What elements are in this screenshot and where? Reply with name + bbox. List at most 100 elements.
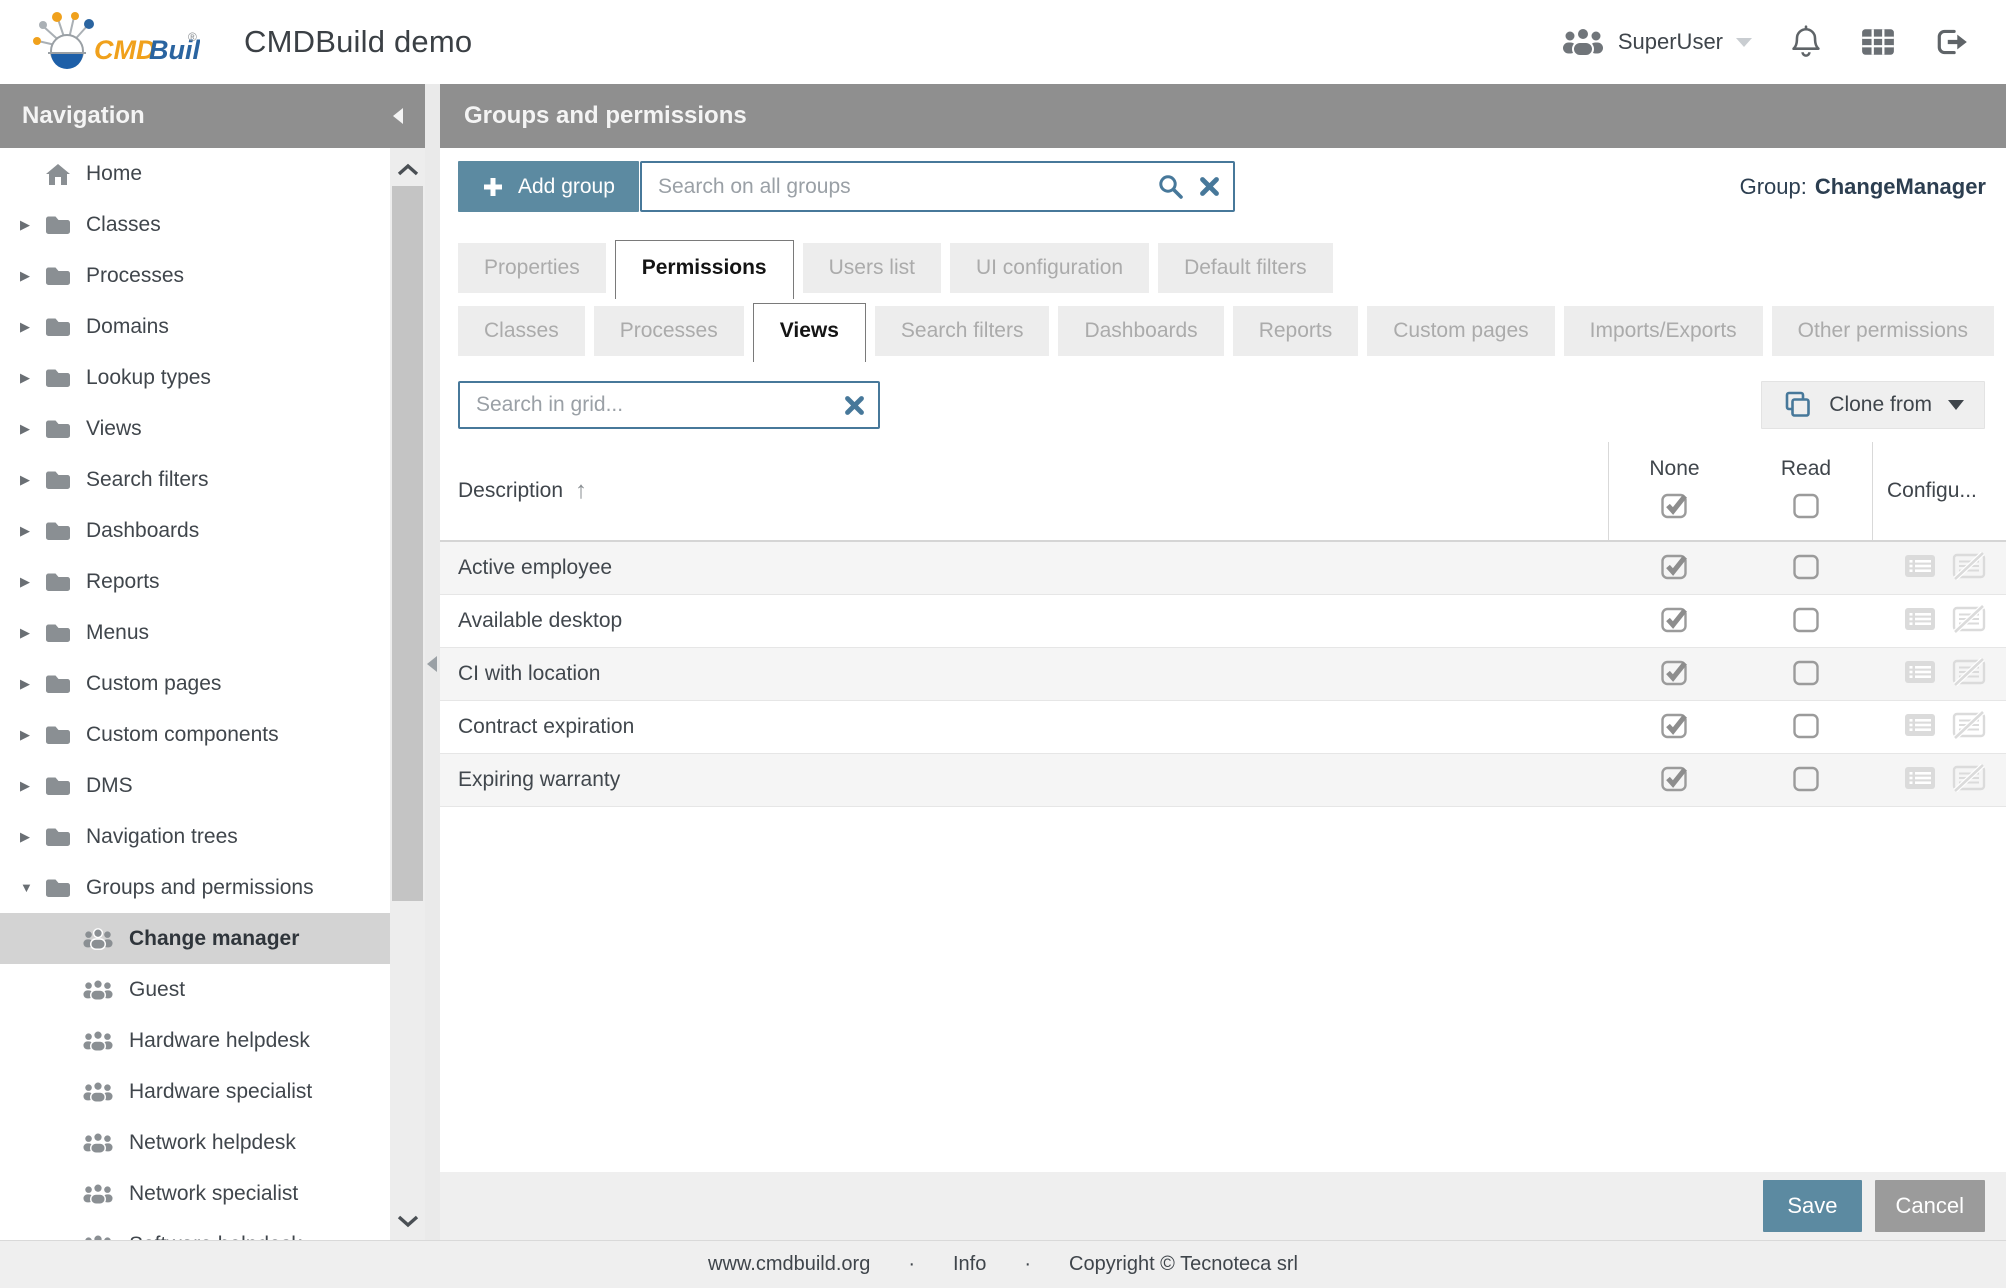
caret-icon[interactable]: ▶: [20, 472, 44, 488]
sidebar-group-item[interactable]: Hardware helpdesk: [0, 1015, 390, 1066]
row-filter-button[interactable]: [1902, 658, 1938, 691]
sidebar-item-home[interactable]: Home: [0, 148, 390, 199]
tab-secondary[interactable]: Custom pages: [1367, 306, 1555, 356]
sidebar-folder-item[interactable]: ▶ Processes: [0, 250, 390, 301]
row-filter-button[interactable]: [1902, 711, 1938, 744]
add-group-button[interactable]: Add group: [458, 161, 639, 212]
save-button[interactable]: Save: [1763, 1180, 1862, 1232]
tab-secondary[interactable]: Processes: [593, 306, 744, 356]
sidebar-folder-item[interactable]: ▶ Custom components: [0, 709, 390, 760]
sidebar-group-item[interactable]: Guest: [0, 964, 390, 1015]
caret-icon[interactable]: ▶: [20, 523, 44, 539]
caret-icon[interactable]: ▶: [20, 727, 44, 743]
sidebar-folder-item[interactable]: ▶ Custom pages: [0, 658, 390, 709]
scroll-down-button[interactable]: [390, 1204, 425, 1238]
table-row[interactable]: Expiring warranty: [440, 754, 2006, 807]
row-filter-button[interactable]: [1902, 764, 1938, 797]
data-view-button[interactable]: [1860, 26, 1896, 58]
row-filter-button[interactable]: [1902, 552, 1938, 585]
footer-site-link[interactable]: www.cmdbuild.org: [708, 1253, 870, 1276]
notifications-button[interactable]: [1790, 25, 1822, 59]
caret-icon[interactable]: ▶: [20, 319, 44, 335]
sidebar-folder-item[interactable]: ▶ DMS: [0, 760, 390, 811]
none-header-checkbox[interactable]: [1660, 491, 1689, 525]
table-row[interactable]: Available desktop: [440, 595, 2006, 648]
tab-secondary[interactable]: Classes: [458, 306, 585, 356]
sidebar-group-item[interactable]: Network helpdesk: [0, 1117, 390, 1168]
row-edit-disabled-button[interactable]: [1951, 603, 1987, 638]
caret-icon[interactable]: ▶: [20, 778, 44, 794]
read-checkbox[interactable]: [1792, 764, 1821, 797]
footer-info-link[interactable]: Info: [953, 1253, 986, 1276]
row-edit-disabled-button[interactable]: [1951, 656, 1987, 691]
caret-icon[interactable]: ▼: [20, 880, 44, 895]
tab-primary[interactable]: Users list: [802, 243, 941, 293]
tab-secondary[interactable]: Imports/Exports: [1563, 306, 1763, 356]
caret-icon[interactable]: ▶: [20, 625, 44, 641]
sidebar-group-item[interactable]: Change manager: [0, 913, 390, 964]
sidebar-folder-item[interactable]: ▶ Classes: [0, 199, 390, 250]
sidebar-folder-item[interactable]: ▼ Groups and permissions: [0, 862, 390, 913]
tab-primary[interactable]: Default filters: [1158, 243, 1333, 293]
read-checkbox[interactable]: [1792, 658, 1821, 691]
read-checkbox[interactable]: [1792, 711, 1821, 744]
collapse-panel-icon[interactable]: [427, 656, 437, 672]
sidebar-group-item[interactable]: Hardware specialist: [0, 1066, 390, 1117]
scrollbar-thumb[interactable]: [392, 186, 423, 901]
read-checkbox[interactable]: [1792, 605, 1821, 638]
caret-icon[interactable]: ▶: [20, 370, 44, 386]
table-row[interactable]: Active employee: [440, 542, 2006, 595]
read-header-checkbox[interactable]: [1792, 491, 1821, 525]
clear-grid-search-button[interactable]: [831, 395, 878, 416]
none-checkbox[interactable]: [1660, 605, 1689, 638]
read-checkbox[interactable]: [1792, 552, 1821, 585]
table-row[interactable]: Contract expiration: [440, 701, 2006, 754]
tab-primary[interactable]: Properties: [458, 243, 606, 293]
row-edit-disabled-button[interactable]: [1951, 709, 1987, 744]
caret-icon[interactable]: ▶: [20, 574, 44, 590]
cancel-button[interactable]: Cancel: [1874, 1180, 1985, 1232]
sidebar-folder-item[interactable]: ▶ Reports: [0, 556, 390, 607]
row-edit-disabled-button[interactable]: [1951, 762, 1987, 797]
none-checkbox[interactable]: [1660, 711, 1689, 744]
tab-secondary[interactable]: Dashboards: [1058, 306, 1224, 356]
clone-from-button[interactable]: Clone from: [1761, 381, 1985, 429]
none-checkbox[interactable]: [1660, 764, 1689, 797]
caret-icon[interactable]: ▶: [20, 421, 44, 437]
tab-primary[interactable]: Permissions: [614, 240, 794, 299]
tab-secondary[interactable]: Reports: [1232, 306, 1359, 356]
sidebar-scrollbar[interactable]: [390, 148, 425, 1240]
sidebar-folder-item[interactable]: ▶ Navigation trees: [0, 811, 390, 862]
row-edit-disabled-button[interactable]: [1951, 550, 1987, 585]
tab-secondary[interactable]: Views: [752, 303, 866, 362]
tab-secondary[interactable]: Other permissions: [1771, 306, 1995, 356]
sidebar-folder-item[interactable]: ▶ Views: [0, 403, 390, 454]
search-button[interactable]: [1144, 173, 1197, 200]
caret-icon[interactable]: ▶: [20, 676, 44, 692]
logout-button[interactable]: [1934, 26, 1970, 58]
sidebar-folder-item[interactable]: ▶ Domains: [0, 301, 390, 352]
caret-icon[interactable]: ▶: [20, 217, 44, 233]
sidebar-group-item[interactable]: Software helpdesk: [0, 1219, 390, 1240]
none-checkbox[interactable]: [1660, 658, 1689, 691]
user-menu[interactable]: SuperUser: [1561, 26, 1752, 58]
none-checkbox[interactable]: [1660, 552, 1689, 585]
sidebar-folder-item[interactable]: ▶ Search filters: [0, 454, 390, 505]
caret-icon[interactable]: ▶: [20, 268, 44, 284]
clear-search-button[interactable]: [1197, 176, 1233, 197]
row-filter-button[interactable]: [1902, 605, 1938, 638]
caret-icon[interactable]: ▶: [20, 829, 44, 845]
groups-search-input[interactable]: [642, 174, 1144, 199]
tab-primary[interactable]: UI configuration: [949, 243, 1150, 293]
tab-secondary[interactable]: Search filters: [874, 306, 1050, 356]
table-row[interactable]: CI with location: [440, 648, 2006, 701]
collapse-sidebar-icon[interactable]: [393, 108, 403, 124]
column-header-description[interactable]: Description ↑: [440, 442, 1608, 540]
sidebar-folder-item[interactable]: ▶ Lookup types: [0, 352, 390, 403]
panel-splitter[interactable]: [425, 84, 440, 1240]
scroll-up-button[interactable]: [390, 152, 425, 186]
sidebar-folder-item[interactable]: ▶ Menus: [0, 607, 390, 658]
sidebar-folder-item[interactable]: ▶ Dashboards: [0, 505, 390, 556]
sidebar-group-item[interactable]: Network specialist: [0, 1168, 390, 1219]
grid-search-input[interactable]: [460, 393, 831, 417]
